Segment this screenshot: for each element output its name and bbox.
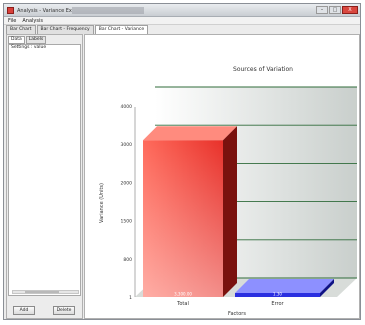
bar-value-label: 3,300.00 bbox=[174, 292, 192, 297]
maximize-button[interactable]: □ bbox=[329, 6, 341, 14]
tab-bar-chart-variance[interactable]: Bar Chart - Variance bbox=[94, 25, 149, 34]
title-extra-text bbox=[72, 7, 144, 14]
minimize-button[interactable]: – bbox=[316, 6, 328, 14]
window-controls: – □ X bbox=[316, 6, 358, 14]
menu-bar: File Analysis bbox=[4, 17, 360, 25]
chart-panel: Sources of Variation 4000 3000 2000 1500 800… bbox=[84, 34, 360, 319]
add-button[interactable]: Add bbox=[13, 306, 35, 315]
y-tick-label: 4000 bbox=[121, 104, 133, 110]
bar-value-label: 1.30 bbox=[273, 292, 282, 297]
bar-chart: Sources of Variation 4000 3000 2000 1500 800… bbox=[99, 66, 357, 317]
bar-shine bbox=[143, 140, 223, 297]
window-title: Analysis - Variance Ex bbox=[17, 8, 72, 14]
bar-side-total bbox=[223, 126, 237, 297]
y-tick-label: 2000 bbox=[121, 180, 133, 186]
title-bar[interactable]: Analysis - Variance Ex – □ X bbox=[4, 4, 360, 17]
list-item[interactable]: Settings : value bbox=[9, 45, 80, 51]
bar-top-total bbox=[143, 126, 237, 141]
horizontal-scrollbar[interactable] bbox=[12, 290, 79, 294]
x-tick-label: Error bbox=[271, 301, 284, 307]
x-tick-label: Total bbox=[176, 301, 189, 307]
close-button[interactable]: X bbox=[342, 6, 358, 14]
y-axis-label: Variance (Units) bbox=[99, 183, 105, 223]
y-tick-label: 3000 bbox=[121, 142, 133, 148]
sidebar-list[interactable]: Settings : value bbox=[8, 44, 81, 296]
tab-bar: Bar Chart Bar Chart - Frequency Bar Char… bbox=[4, 25, 360, 34]
app-icon bbox=[7, 7, 14, 14]
sidebar: Data Labels Settings : value Add Delete bbox=[6, 34, 83, 319]
y-tick-label: 1500 bbox=[121, 219, 133, 225]
y-tick-label: 1 bbox=[129, 295, 132, 301]
bar-top-error bbox=[235, 279, 334, 293]
chart-title: Sources of Variation bbox=[233, 66, 293, 73]
y-tick-labels: 4000 3000 2000 1500 800 1 bbox=[121, 104, 133, 301]
tab-bar-chart[interactable]: Bar Chart bbox=[6, 25, 36, 34]
scrollbar-thumb[interactable] bbox=[25, 291, 59, 293]
subtab-labels[interactable]: Labels bbox=[25, 36, 47, 44]
y-tick-label: 800 bbox=[123, 257, 132, 263]
subtab-data[interactable]: Data bbox=[8, 36, 25, 44]
menu-file[interactable]: File bbox=[8, 17, 16, 24]
tab-bar-chart-frequency[interactable]: Bar Chart - Frequency bbox=[36, 25, 94, 34]
x-tick-labels: Total Error bbox=[176, 301, 284, 307]
menu-analysis[interactable]: Analysis bbox=[22, 17, 43, 24]
delete-button[interactable]: Delete bbox=[53, 306, 75, 315]
sidebar-tabs: Data Labels bbox=[8, 36, 47, 44]
app-window: Analysis - Variance Ex – □ X File Analys… bbox=[3, 3, 361, 320]
x-axis-label: Factors bbox=[228, 311, 246, 317]
